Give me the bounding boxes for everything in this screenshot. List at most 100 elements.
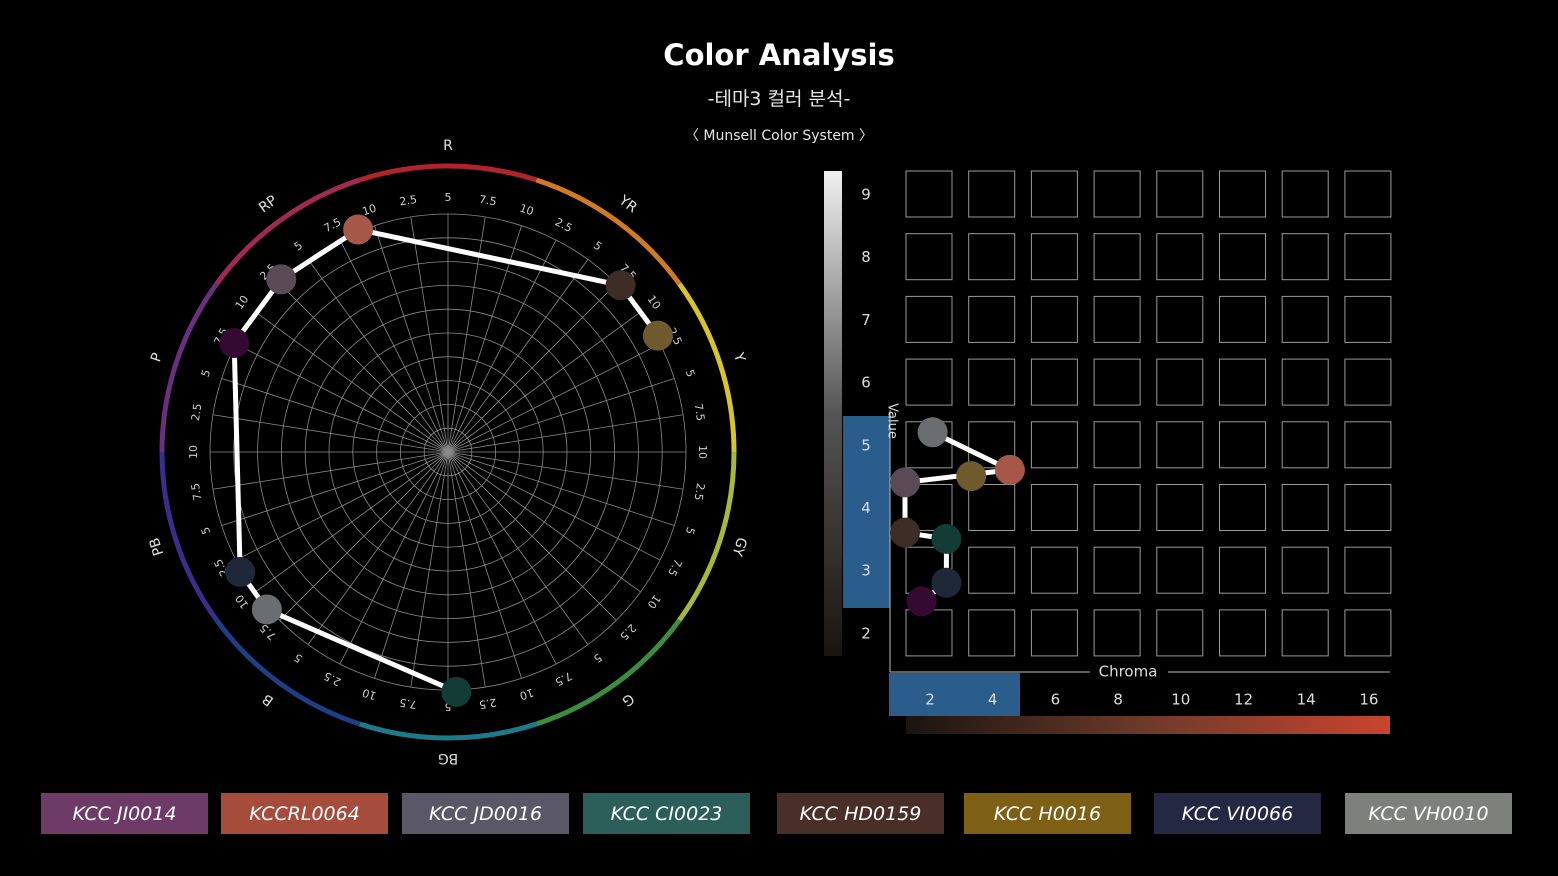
grid-cell: [1030, 421, 1078, 469]
vc-point: [994, 454, 1025, 485]
grid-cell: [968, 546, 1016, 594]
grid-cell: [1093, 358, 1141, 406]
value-tick-label: 2: [861, 624, 871, 642]
grid-cell: [1281, 233, 1329, 281]
grid-cell: [905, 233, 953, 281]
grid-cell: [968, 170, 1016, 218]
chroma-tick-label: 10: [1171, 691, 1190, 709]
swatch-label: KCC CI0023: [610, 802, 723, 825]
chroma-highlight: [889, 673, 1020, 716]
grid-cell: [1030, 358, 1078, 406]
grid-cell: [1219, 421, 1266, 469]
value-tick-label: 9: [861, 186, 871, 204]
vc-point: [917, 417, 948, 448]
grid-cell: [1093, 609, 1141, 657]
color-swatch: KCC VI0066: [1154, 793, 1321, 834]
grid-cell: [1093, 546, 1141, 594]
grid-cell: [1030, 546, 1078, 594]
grid-cell: [905, 609, 953, 657]
grid-cell: [905, 295, 953, 343]
vc-point: [931, 567, 962, 598]
vc-point: [931, 523, 962, 554]
grid-cell: [968, 233, 1016, 281]
grid-cell: [968, 609, 1016, 657]
grid-cell: [1219, 484, 1266, 531]
color-swatch: KCCRL0064: [221, 793, 388, 834]
grid-cell: [905, 170, 953, 218]
value-tick-label: 5: [861, 436, 871, 454]
grid-cell: [1344, 546, 1392, 594]
grid-cell: [1219, 170, 1266, 218]
chroma-axis-label: Chroma: [1099, 663, 1158, 681]
value-gradient-bar: [824, 171, 842, 656]
grid-cell: [1219, 358, 1266, 406]
grid-cell: [1030, 233, 1078, 281]
grid-cell: [1156, 170, 1204, 218]
grid-cell: [905, 358, 953, 406]
chroma-tick-label: 8: [1113, 691, 1123, 709]
grid-cell: [1281, 609, 1329, 657]
vc-point: [906, 586, 937, 617]
grid-cell: [1030, 484, 1078, 531]
grid-cell: [1281, 421, 1329, 469]
color-swatch: KCC H0016: [964, 793, 1131, 834]
grid-cell: [1281, 358, 1329, 406]
value-tick-label: 8: [861, 248, 871, 266]
chroma-gradient-bar: [906, 716, 1390, 734]
grid-cell: [1093, 295, 1141, 343]
grid-cell: [968, 484, 1016, 531]
grid-cell: [1281, 546, 1329, 594]
chroma-tick-label: 12: [1234, 691, 1253, 709]
grid-cell: [1344, 609, 1392, 657]
swatch-label: KCC JD0016: [428, 802, 543, 825]
swatch-label: KCC VI0066: [1181, 802, 1294, 825]
grid-cell: [1344, 358, 1392, 406]
vc-point: [890, 517, 920, 548]
grid-cell: [1156, 295, 1204, 343]
grid-cell: [968, 358, 1016, 406]
grid-cell: [1219, 609, 1266, 657]
grid-cell: [1156, 233, 1204, 281]
grid-cell: [1030, 170, 1078, 218]
chroma-tick-label: 16: [1359, 691, 1378, 709]
swatch-label: KCC VH0010: [1368, 802, 1489, 825]
grid-cell: [1281, 484, 1329, 531]
grid-cell: [1156, 358, 1204, 406]
grid-cell: [1344, 421, 1392, 469]
value-chroma-chart: 9 8 7 6 5 4 3 2 2 4 6 8 10 12 14 16 Value Chroma: [824, 170, 1392, 734]
chroma-tick-label: 4: [988, 691, 998, 709]
grid-cell: [1281, 170, 1329, 218]
grid-cell: [1219, 295, 1266, 343]
grid-cell: [1219, 233, 1266, 281]
color-swatch: KCC JD0016: [402, 793, 569, 834]
value-tick-label: 3: [861, 562, 871, 580]
grid-cell: [1281, 295, 1329, 343]
swatch-label: KCC HD0159: [799, 802, 922, 825]
vc-point: [956, 461, 987, 492]
grid-cell: [1344, 295, 1392, 343]
color-swatch: KCC CI0023: [583, 793, 750, 834]
grid-cell: [1219, 546, 1266, 594]
chroma-tick-label: 6: [1051, 691, 1061, 709]
grid-cell: [1344, 233, 1392, 281]
value-tick-label: 7: [861, 311, 871, 329]
swatch-label: KCCRL0064: [249, 802, 360, 825]
grid-cell: [1093, 233, 1141, 281]
grid-cell: [968, 295, 1016, 343]
chroma-tick-label: 14: [1297, 691, 1316, 709]
grid-cell: [1344, 484, 1392, 531]
color-swatch: KCC JI0014: [41, 793, 208, 834]
swatch-label: KCC JI0014: [72, 802, 177, 825]
grid-cell: [1156, 609, 1204, 657]
grid-cell: [1093, 421, 1141, 469]
grid-cell: [1156, 421, 1204, 469]
value-tick-label: 4: [861, 499, 871, 517]
value-axis-label: Value: [885, 403, 900, 439]
grid-cell: [1093, 170, 1141, 218]
swatch-label: KCC H0016: [993, 802, 1102, 825]
grid-cell: [1344, 170, 1392, 218]
vc-point: [890, 467, 920, 498]
grid-cell: [1030, 609, 1078, 657]
grid-cell: [1093, 484, 1141, 531]
value-tick-label: 6: [861, 374, 871, 392]
